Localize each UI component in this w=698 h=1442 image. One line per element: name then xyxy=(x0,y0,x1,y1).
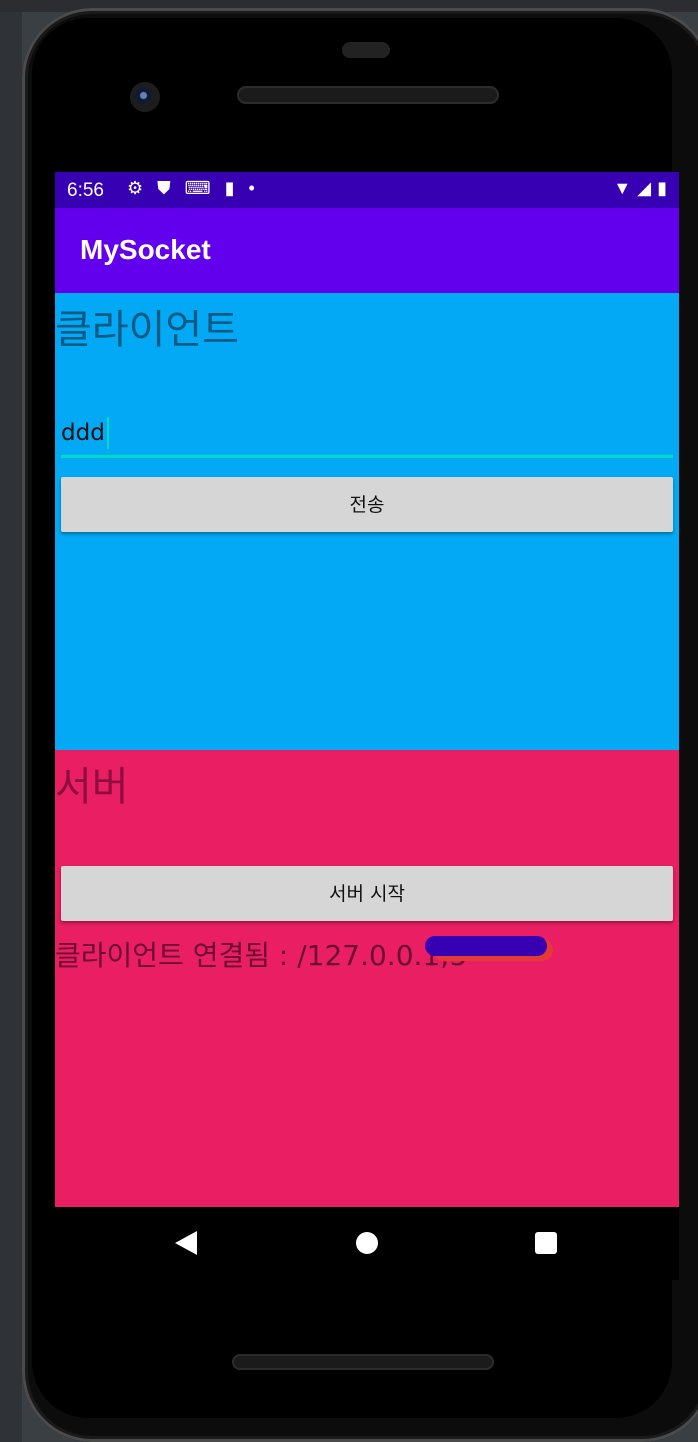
front-camera-icon xyxy=(130,82,160,112)
status-bar: 6:56 ⚙ ⛊ ⌨ ▮ • ▼ ◢ ▮ xyxy=(55,172,679,208)
desktop-backdrop xyxy=(0,0,22,1442)
home-icon[interactable] xyxy=(356,1232,378,1254)
back-icon[interactable] xyxy=(175,1231,197,1255)
signal-icon: ◢ xyxy=(637,178,652,198)
navigation-bar xyxy=(55,1207,679,1280)
sd-card-icon: ▮ xyxy=(224,178,235,198)
app-bar: MySocket xyxy=(55,208,679,293)
wifi-icon: ▼ xyxy=(613,178,632,198)
server-section: 서버 서버 시작 클라이언트 연결됨 : /127.0.0.1;5 xyxy=(55,750,679,1207)
start-server-button[interactable]: 서버 시작 xyxy=(61,866,673,921)
keyboard-icon: ⌨ xyxy=(184,178,211,198)
text-cursor xyxy=(107,417,109,449)
battery-icon: ▮ xyxy=(657,178,667,198)
send-button[interactable]: 전송 xyxy=(61,477,673,532)
status-time: 6:56 xyxy=(67,180,104,201)
app-title: MySocket xyxy=(80,234,211,265)
connection-status-text: 클라이언트 연결됨 : /127.0.0.1;5 xyxy=(55,939,468,972)
client-section: 클라이언트 전송 xyxy=(55,293,679,750)
speaker-grille-top xyxy=(237,86,499,104)
overlay-pill-blue xyxy=(425,936,547,956)
speaker-grille-bottom xyxy=(232,1354,494,1370)
message-input[interactable] xyxy=(61,411,673,458)
status-icons-left: ⚙ ⛊ ⌨ ▮ • xyxy=(127,178,255,199)
earpiece xyxy=(342,42,390,58)
recents-icon[interactable] xyxy=(535,1232,557,1254)
device-screen: 6:56 ⚙ ⛊ ⌨ ▮ • ▼ ◢ ▮ MySocket 클라이언트 전송 서… xyxy=(55,172,679,1280)
client-heading: 클라이언트 xyxy=(55,307,239,353)
gear-icon: ⚙ xyxy=(127,178,144,198)
status-icons-right: ▼ ◢ ▮ xyxy=(613,178,667,199)
shield-icon: ⛊ xyxy=(157,178,171,198)
dot-icon: • xyxy=(248,178,255,198)
server-heading: 서버 xyxy=(55,764,129,810)
